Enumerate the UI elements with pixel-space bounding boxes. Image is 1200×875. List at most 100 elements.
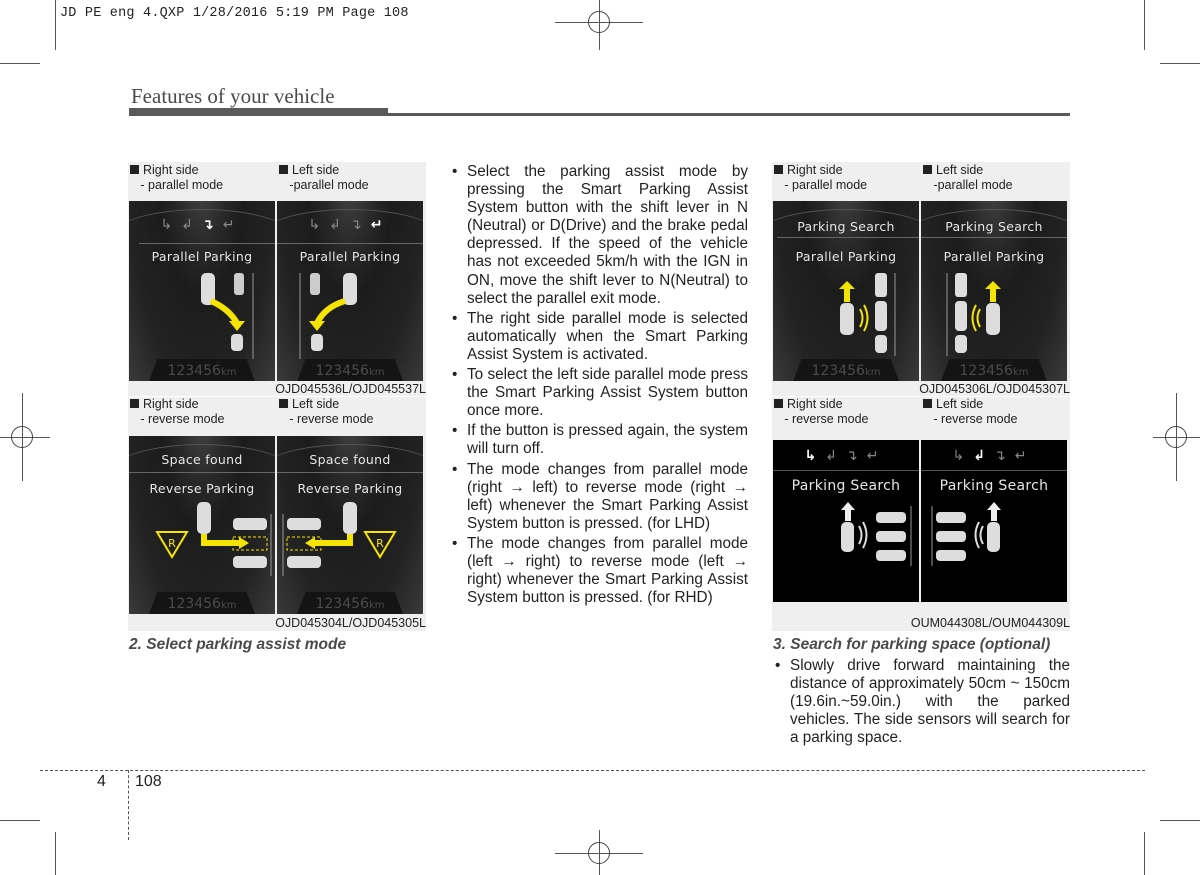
cluster-screen-left-reverse: Space found Reverse Parking R 123456km [277,436,423,614]
own-car-icon [986,303,1000,335]
odometer: 123456km [793,359,899,381]
forward-arrow-icon [987,502,1001,510]
figure-reverse-mode: Right side - reverse mode Left side - re… [128,397,426,631]
caption-right-reverse: Right side - reverse mode [130,397,224,427]
parked-car-icon [876,550,906,561]
figure-code: OUM044308L/OUM044309L [910,616,1070,630]
parking-diagram [931,502,1001,566]
parked-car-icon [233,556,267,568]
parked-car-icon [936,531,966,542]
forward-arrow-icon [841,502,855,510]
header-rule-thin [388,113,1070,116]
crop-mark [0,63,40,64]
parked-car-icon [310,273,320,295]
parked-car-icon [234,273,244,295]
print-slug: JD PE eng 4.QXP 1/28/2016 5:19 PM Page 1… [60,6,409,21]
chapter-number: 4 [97,773,106,790]
cluster-screen-search-reverse-right: ↳↲↴↵ Parking Search [773,440,919,602]
parked-car-icon [955,335,967,353]
parked-car-icon [936,512,966,523]
caption-right-parallel: Right side - parallel mode [774,163,867,193]
odometer: 123456km [149,592,255,614]
crop-mark [1144,0,1145,50]
crop-mark [1160,820,1200,821]
cluster-screen-search-right: Parking Search Parallel Parking 123456km [773,201,919,381]
crop-mark [1144,832,1145,875]
forward-arrow-icon [839,281,855,289]
own-car-icon [841,522,854,552]
parked-car-icon [955,301,967,331]
parked-car-icon [955,273,967,297]
odometer: 123456km [297,359,403,381]
path-arrow [315,534,353,546]
bullet-item: Slowly drive forward maintaining the dis… [773,657,1070,747]
caption-left-parallel: Left side -parallel mode [923,163,1013,193]
right-column-text: Slowly drive forward maintaining the dis… [773,657,1070,749]
parked-car-icon [287,518,321,530]
sensor-wave-icon [971,304,981,332]
middle-column-text: Select the parking assist mode by pressi… [450,163,748,609]
section-title: Features of your vehicle [131,84,335,108]
path-arrow [314,298,346,325]
caption-right-reverse: Right side - reverse mode [774,397,868,427]
bullet-item: The right side parallel mode is selected… [450,310,748,364]
figure-code: OJD045536L/OJD045537L [275,382,426,396]
parking-diagram: R [282,502,397,576]
parking-diagram [299,273,357,359]
cluster-screen-right-reverse: Space found Reverse Parking R 123456km [129,436,275,614]
odometer: 123456km [297,592,403,614]
figure-search-parallel: Right side - parallel mode Left side -pa… [772,162,1070,396]
figure-code: OJD045304L/OJD045305L [275,616,426,630]
bullet-item: The mode changes from parallel mode (rig… [450,461,748,533]
path-arrow [209,298,240,325]
odometer: 123456km [149,359,255,381]
bullet-item: The mode changes from parallel mode (lef… [450,535,748,607]
own-car-icon [987,522,1000,552]
caption-left-parallel: Left side -parallel mode [279,163,369,193]
parked-car-icon [233,518,267,530]
sensor-wave-icon [974,521,984,549]
crop-mark [0,820,40,821]
own-car-icon [840,303,854,335]
step-2-title: 2. Select parking assist mode [129,636,347,653]
own-car-icon [343,502,357,534]
parked-car-icon [875,335,887,353]
caption-left-reverse: Left side - reverse mode [279,397,373,427]
sensor-wave-icon [858,521,868,549]
parked-car-icon [936,550,966,561]
odometer: 123456km [941,359,1047,381]
path-arrow [201,534,239,546]
figure-parallel-mode: Right side - parallel mode Left side -pa… [128,162,426,396]
cluster-screen-search-left: Parking Search Parallel Parking 123456km [921,201,1067,381]
bullet-item: If the button is pressed again, the syst… [450,422,748,458]
figure-code: OJD045306L/OJD045307L [919,382,1070,396]
caption-left-reverse: Left side - reverse mode [923,397,1017,427]
own-car-icon [197,502,211,534]
step-3-title: 3. Search for parking space (optional) [773,636,1051,653]
bullet-item: To select the left side parallel mode pr… [450,366,748,420]
crop-mark [55,0,56,50]
parked-car-icon [876,531,906,542]
target-car-icon [231,334,243,351]
sensor-wave-icon [859,304,869,332]
parking-diagram: R [155,502,272,576]
caption-right-parallel: Right side - parallel mode [130,163,223,193]
parking-diagram [841,502,912,566]
crop-mark [55,832,56,875]
cluster-screen-right-parallel: ↳↲↴↵ Parallel Parking 123456km [129,201,275,381]
cluster-screen-search-reverse-left: ↳↲↴↵ Parking Search [921,440,1067,602]
svg-text:R: R [168,537,176,550]
parked-car-icon [287,556,321,568]
header-rule-thick [129,108,388,116]
parked-car-icon [876,512,906,523]
figure-search-reverse: Right side - reverse mode Left side - re… [772,397,1070,631]
page-number: 108 [135,773,162,790]
own-car-icon [343,273,357,305]
svg-text:R: R [376,537,384,550]
parked-car-icon [875,301,887,331]
parked-car-icon [875,273,887,297]
crop-mark [1160,63,1200,64]
footer-divider [128,770,129,840]
parking-diagram [201,273,254,359]
bullet-item: Select the parking assist mode by pressi… [450,163,748,308]
